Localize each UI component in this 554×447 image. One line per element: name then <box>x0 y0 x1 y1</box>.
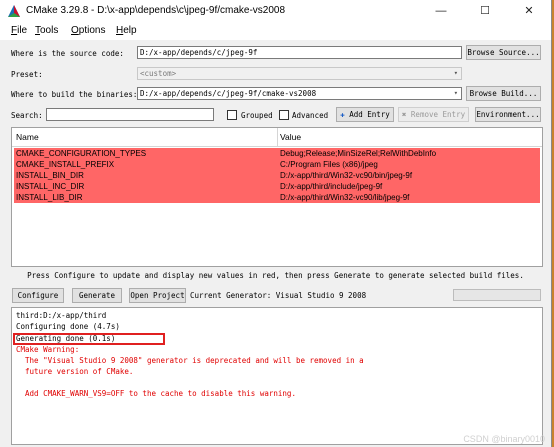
progress-bar <box>453 289 541 301</box>
maximize-button[interactable]: ☐ <box>463 0 507 22</box>
menu-tools-label: ools <box>40 25 59 36</box>
table-row[interactable]: CMAKE_CONFIGURATION_TYPES Debug;Release;… <box>14 148 540 159</box>
search-label: Search: <box>11 111 43 120</box>
cache-table[interactable]: Name Value CMAKE_CONFIGURATION_TYPES Deb… <box>11 127 543 267</box>
remove-entry-label: Remove Entry <box>410 110 466 119</box>
watermark: CSDN @binary0010 <box>463 434 545 444</box>
window-title: CMake 3.29.8 - D:\x-app\depends\c\jpeg-9… <box>26 5 286 16</box>
open-project-button[interactable]: Open Project <box>129 288 186 303</box>
minimize-icon: — <box>435 5 447 17</box>
generate-button[interactable]: Generate <box>72 288 122 303</box>
title-bar[interactable]: CMake 3.29.8 - D:\x-app\depends\c\jpeg-9… <box>0 0 551 22</box>
table-row[interactable]: CMAKE_INSTALL_PREFIX C:/Program Files (x… <box>14 159 540 170</box>
build-path-value: D:/x-app/depends/c/jpeg-9f/cmake-vs2008 <box>140 89 317 98</box>
current-generator-label: Current Generator: Visual Studio 9 2008 <box>190 291 367 300</box>
chevron-down-icon: ▾ <box>453 69 458 77</box>
cmake-window: CMake 3.29.8 - D:\x-app\depends\c\jpeg-9… <box>0 0 552 447</box>
close-icon: ✕ <box>524 5 534 17</box>
output-log[interactable]: third:D:/x-app/third Configuring done (4… <box>11 307 543 445</box>
menu-help[interactable]: Help <box>116 25 137 36</box>
chevron-down-icon: ▾ <box>453 89 458 97</box>
plus-icon: ✚ <box>340 110 345 119</box>
menu-options-label: ptions <box>78 25 106 36</box>
remove-icon: ✖ <box>401 110 407 119</box>
row-value: D:/x-app/third/Win32-vc90/lib/jpeg-9f <box>280 193 410 202</box>
preset-value: <custom> <box>140 69 177 78</box>
table-row[interactable]: INSTALL_INC_DIR D:/x-app/third/include/j… <box>14 181 540 192</box>
log-warning-line: The "Visual Studio 9 2008" generator is … <box>16 356 364 365</box>
menu-options[interactable]: Options <box>71 25 105 36</box>
log-warning-line: future version of CMake. <box>16 367 134 376</box>
table-row[interactable]: INSTALL_BIN_DIR D:/x-app/third/Win32-vc9… <box>14 170 540 181</box>
row-value: C:/Program Files (x86)/jpeg <box>280 160 378 169</box>
source-path-input[interactable]: D:/x-app/depends/c/jpeg-9f <box>137 46 462 59</box>
column-header-value[interactable]: Value <box>280 132 301 142</box>
table-header: Name Value <box>12 128 542 147</box>
menu-help-label: elp <box>123 25 137 36</box>
environment-button[interactable]: Environment... <box>475 107 541 122</box>
log-line: third:D:/x-app/third <box>16 311 107 320</box>
row-value: Debug;Release;MinSizeRel;RelWithDebInfo <box>280 149 437 158</box>
grouped-checkbox[interactable] <box>227 110 237 120</box>
search-input[interactable] <box>46 108 214 121</box>
menu-file-label: ile <box>17 25 28 36</box>
build-path-combo[interactable]: D:/x-app/depends/c/jpeg-9f/cmake-vs2008 … <box>137 87 462 100</box>
hint-text: Press Configure to update and display ne… <box>27 271 524 280</box>
minimize-button[interactable]: — <box>419 0 463 22</box>
row-name: CMAKE_INSTALL_PREFIX <box>16 160 115 169</box>
menu-bar: File Tools Options Help <box>0 22 551 40</box>
row-value: D:/x-app/third/include/jpeg-9f <box>280 182 383 191</box>
close-button[interactable]: ✕ <box>507 0 551 22</box>
preset-label: Preset: <box>11 70 43 79</box>
row-name: INSTALL_BIN_DIR <box>16 171 84 180</box>
log-line: Configuring done (4.7s) <box>16 322 120 331</box>
row-value: D:/x-app/third/Win32-vc90/bin/jpeg-9f <box>280 171 413 180</box>
source-label: Where is the source code: <box>11 49 124 58</box>
cmake-logo-icon <box>8 5 20 17</box>
log-warning-line: Add CMAKE_WARN_VS9=OFF to the cache to d… <box>16 389 296 398</box>
advanced-checkbox[interactable] <box>279 110 289 120</box>
row-name: INSTALL_LIB_DIR <box>16 193 83 202</box>
table-row[interactable]: INSTALL_LIB_DIR D:/x-app/third/Win32-vc9… <box>14 192 540 203</box>
row-name: INSTALL_INC_DIR <box>16 182 85 191</box>
browse-build-button[interactable]: Browse Build... <box>466 86 541 101</box>
build-label: Where to build the binaries: <box>11 90 138 99</box>
grouped-label: Grouped <box>241 111 273 120</box>
menu-tools[interactable]: Tools <box>35 25 58 36</box>
menu-file[interactable]: File <box>11 25 27 36</box>
maximize-icon: ☐ <box>480 5 490 17</box>
browse-source-button[interactable]: Browse Source... <box>466 45 541 60</box>
column-divider[interactable] <box>277 128 278 146</box>
menu-options-key: O <box>71 25 79 36</box>
configure-button[interactable]: Configure <box>12 288 64 303</box>
add-entry-label: Add Entry <box>349 110 390 119</box>
preset-select[interactable]: <custom> ▾ <box>137 67 462 80</box>
column-header-name[interactable]: Name <box>16 132 39 142</box>
add-entry-button[interactable]: ✚ Add Entry <box>336 107 394 122</box>
remove-entry-button[interactable]: ✖ Remove Entry <box>398 107 469 122</box>
log-warning-line: CMake Warning: <box>16 345 80 354</box>
annotation-highlight-box <box>13 333 165 345</box>
row-name: CMAKE_CONFIGURATION_TYPES <box>16 149 147 158</box>
advanced-label: Advanced <box>292 111 329 120</box>
